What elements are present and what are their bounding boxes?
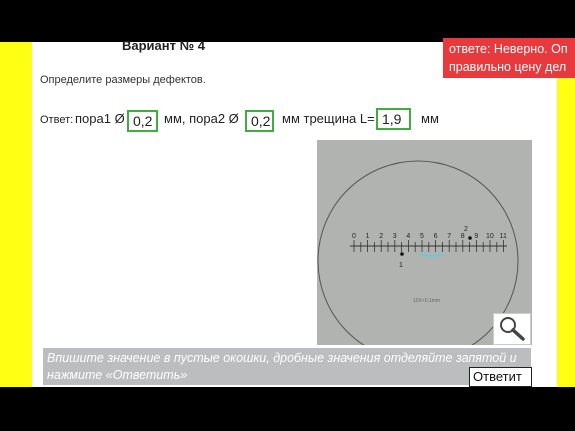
task-text: Определите размеры дефектов. — [40, 74, 206, 86]
crack-label: мм трещина L= — [282, 111, 375, 126]
magnification-label: 10X×0.1mm — [413, 298, 440, 304]
feedback-line-1: ответе: Неверно. Оп — [449, 42, 568, 56]
crack-input[interactable]: 1,9 — [376, 108, 411, 130]
pore2-input[interactable]: 0,2 — [245, 110, 274, 132]
defect-1-dot — [400, 252, 404, 256]
scale-tick-label: 3 — [393, 233, 397, 240]
left-yellow-border — [0, 42, 32, 387]
field-of-view-circle — [317, 160, 519, 345]
scale-tick-label: 6 — [434, 233, 438, 240]
right-yellow-border — [557, 42, 575, 387]
pore1-label: пора1 Ø — [75, 111, 125, 126]
pore2-label: мм, пора2 Ø — [164, 111, 239, 126]
page-title: Вариант № 4 — [122, 38, 205, 53]
crack-mark — [419, 253, 444, 257]
scale-tick-label: 2 — [379, 233, 383, 240]
feedback-line-2: правильно цену дел — [449, 60, 567, 74]
defect-2-label: 2 — [464, 226, 468, 233]
pore1-input[interactable]: 0,2 — [127, 110, 158, 132]
defect-1-label: 1 — [399, 262, 403, 269]
scale-tick-label: 10 — [486, 233, 494, 240]
scale-tick-label: 4 — [406, 233, 410, 240]
scale-tick-label: 8 — [461, 233, 465, 240]
scale-tick-labels: 0 1 2 3 4 5 6 7 8 9 10 11 — [352, 233, 507, 240]
scale-tick-label: 9 — [474, 233, 478, 240]
zoom-button[interactable] — [493, 313, 531, 345]
scale-tick-label: 11 — [500, 233, 507, 240]
defect-2-dot — [468, 236, 472, 240]
scale-tick-label: 0 — [352, 233, 356, 240]
scale-tick-label: 7 — [447, 233, 451, 240]
submit-button[interactable]: Ответит — [469, 367, 532, 387]
feedback-message: ответе: Неверно. Оп правильно цену дел — [443, 38, 575, 78]
instruction-hint: Впишите значение в пустые окошки, дробны… — [43, 348, 531, 385]
mm-unit-label: мм — [421, 111, 439, 126]
bottom-black-bar — [0, 387, 575, 431]
magnifier-icon — [500, 317, 525, 341]
answer-label: Ответ: — [40, 114, 74, 126]
top-black-bar — [0, 0, 575, 42]
scale-tick-label: 5 — [420, 233, 424, 240]
scale-tick-label: 1 — [366, 233, 370, 240]
